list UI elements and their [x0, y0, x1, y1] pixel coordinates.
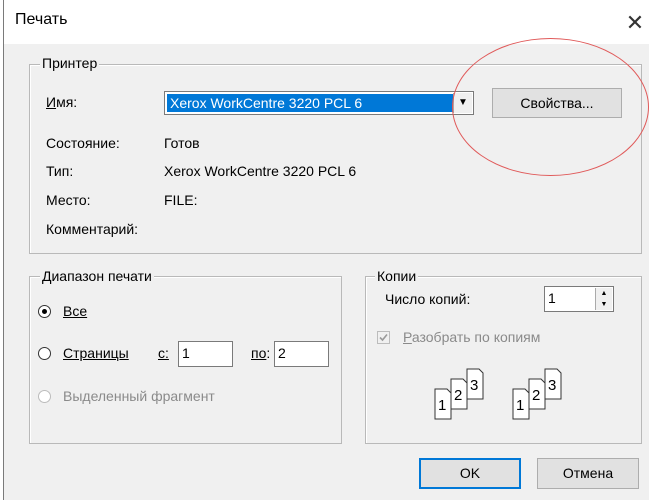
collate-checkbox[interactable]	[377, 331, 390, 344]
print-range-legend: Диапазон печати	[40, 268, 154, 284]
range-from-input[interactable]: 1	[178, 341, 233, 367]
range-all-radio[interactable]	[38, 305, 51, 318]
printer-select-value: Xerox WorkCentre 3220 PCL 6	[167, 94, 453, 112]
window-title: Печать	[15, 11, 68, 28]
properties-button[interactable]: Свойства...	[492, 88, 622, 118]
copies-count-label: Число копий:	[385, 291, 471, 307]
comment-label: Комментарий:	[46, 221, 139, 237]
printer-name-label-rest: мя:	[56, 94, 78, 110]
spin-up-icon[interactable]: ▲	[596, 288, 612, 299]
printer-select[interactable]: Xerox WorkCentre 3220 PCL 6 ▼	[164, 91, 474, 115]
range-to-label-accel: по	[251, 345, 267, 361]
collate-page-1: 1	[438, 397, 446, 414]
range-from-label: с:	[158, 345, 169, 361]
range-all-label[interactable]: Все	[63, 303, 87, 319]
copies-spinner[interactable]: ▲ ▼	[595, 288, 612, 310]
copies-count-value: 1	[548, 290, 556, 306]
range-pages-label[interactable]: Страницы	[63, 345, 129, 361]
collate-label[interactable]: Разобрать по копиям	[403, 329, 540, 345]
where-label: Место:	[46, 192, 91, 208]
title-bar: Печать ✕	[4, 0, 649, 44]
range-selection-radio[interactable]	[38, 390, 51, 403]
printer-name-label-accel: И	[46, 94, 57, 110]
collate-page-1b: 1	[516, 397, 524, 414]
collate-page-3: 3	[470, 377, 478, 394]
copies-count-input[interactable]: 1 ▲ ▼	[544, 286, 614, 312]
copies-legend: Копии	[375, 268, 419, 284]
collate-page-2b: 2	[532, 387, 540, 404]
collate-page-3b: 3	[548, 377, 556, 394]
print-dialog: Печать ✕ Принтер Имя: Xerox WorkCentre 3…	[3, 0, 649, 500]
type-label: Тип:	[46, 163, 74, 179]
range-selection-label[interactable]: Выделенный фрагмент	[63, 388, 215, 404]
range-to-input[interactable]: 2	[274, 341, 329, 367]
collate-label-accel: Р	[403, 329, 412, 345]
collate-stack-2: 3 2 1	[512, 368, 562, 420]
printer-group-legend: Принтер	[40, 55, 100, 71]
dropdown-arrow-icon[interactable]: ▼	[453, 93, 472, 113]
status-label: Состояние:	[46, 135, 120, 151]
status-value: Готов	[164, 135, 200, 151]
type-value: Xerox WorkCentre 3220 PCL 6	[164, 163, 357, 179]
close-icon[interactable]: ✕	[620, 8, 649, 38]
collate-stack-1: 3 2 1	[434, 368, 484, 420]
ok-button[interactable]: OK	[419, 458, 521, 489]
where-value: FILE:	[164, 192, 198, 208]
range-pages-radio[interactable]	[38, 347, 51, 360]
cancel-button[interactable]: Отмена	[537, 458, 639, 489]
collate-illustration: 3 2 1 3 2 1	[434, 368, 562, 420]
spin-down-icon[interactable]: ▼	[596, 299, 612, 310]
range-to-label: по:	[251, 345, 271, 361]
printer-name-label: Имя:	[46, 94, 77, 110]
collate-page-2: 2	[454, 387, 462, 404]
